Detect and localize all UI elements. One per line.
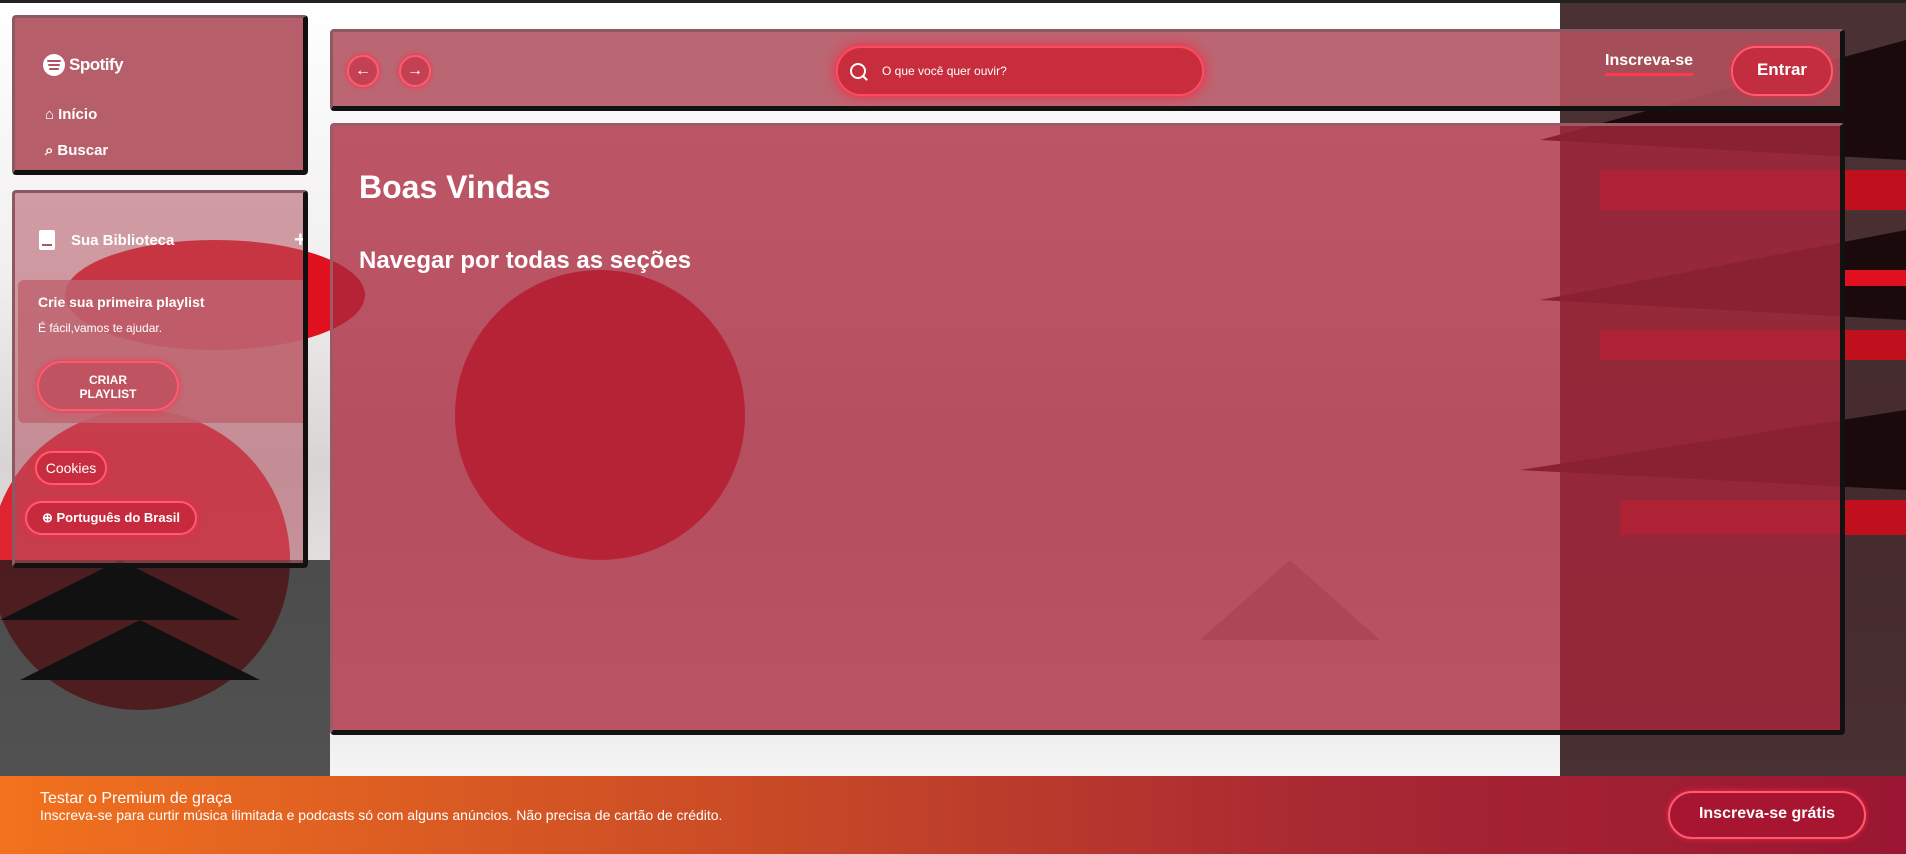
sidebar-library-panel: Sua Biblioteca + Crie sua primeira playl… <box>12 190 308 568</box>
signup-free-button[interactable]: Inscreva-se grátis <box>1668 791 1866 839</box>
playlist-card-title: Crie sua primeira playlist <box>38 294 205 310</box>
spotify-logo-icon <box>43 54 65 76</box>
forward-button[interactable]: → <box>399 55 431 87</box>
search-bar[interactable] <box>836 46 1204 96</box>
playlist-card-subtitle: É fácil,vamos te ajudar. <box>38 321 163 335</box>
add-library-button[interactable]: + <box>294 229 303 251</box>
language-button[interactable]: ⊕ Português do Brasil <box>25 501 197 535</box>
spotify-logo[interactable]: Spotify <box>43 54 124 76</box>
sidebar-nav-panel: Spotify ⌂ Início ⌕ Buscar <box>12 15 308 175</box>
home-icon: ⌂ <box>45 106 55 123</box>
language-label: Português do Brasil <box>56 510 181 525</box>
signup-link[interactable]: Inscreva-se <box>1605 52 1694 76</box>
sidebar-item-home[interactable]: ⌂ Início <box>45 106 97 123</box>
search-icon <box>850 63 866 79</box>
page-title: Boas Vindas <box>359 169 551 205</box>
create-playlist-card: Crie sua primeira playlist É fácil,vamos… <box>18 280 303 423</box>
library-book-icon <box>39 230 55 250</box>
back-button[interactable]: ← <box>347 55 379 87</box>
sidebar-item-label: Buscar <box>57 142 109 159</box>
sidebar-item-search[interactable]: ⌕ Buscar <box>45 142 108 159</box>
library-title: Sua Biblioteca <box>71 231 175 249</box>
login-button[interactable]: Entrar <box>1731 46 1833 96</box>
top-header: ← → Inscreva-se Entrar <box>330 29 1845 111</box>
search-input[interactable] <box>880 63 1184 79</box>
premium-banner-subtitle: Inscreva-se para curtir música ilimitada… <box>40 807 723 823</box>
create-playlist-button[interactable]: CRIAR PLAYLIST <box>37 361 179 411</box>
top-border <box>0 0 1906 3</box>
sidebar-item-label: Início <box>58 106 98 123</box>
arrow-right-icon: → <box>407 62 423 79</box>
search-icon: ⌕ <box>45 142 54 159</box>
spotify-logo-text: Spotify <box>69 55 124 74</box>
main-content: Boas Vindas Navegar por todas as seções <box>330 123 1845 735</box>
cookies-button[interactable]: Cookies <box>35 451 107 485</box>
section-title: Navegar por todas as seções <box>359 247 692 274</box>
premium-banner: Testar o Premium de graça Inscreva-se pa… <box>0 776 1906 854</box>
arrow-left-icon: ← <box>355 62 371 79</box>
library-header[interactable]: Sua Biblioteca <box>39 230 174 250</box>
premium-banner-title: Testar o Premium de graça <box>40 790 233 807</box>
globe-icon: ⊕ <box>41 510 53 525</box>
